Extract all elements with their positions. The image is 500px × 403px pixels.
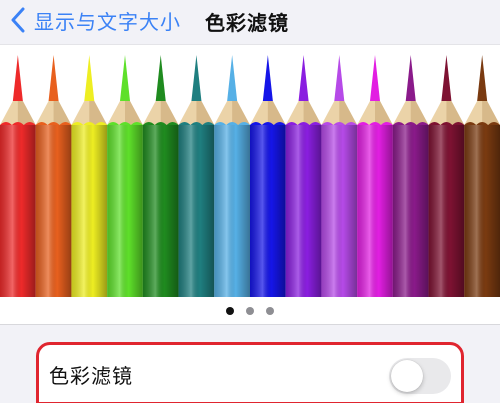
pencil <box>321 55 358 297</box>
pencil <box>428 55 465 297</box>
pencil <box>0 55 36 297</box>
page-indicator[interactable] <box>0 307 500 315</box>
filter-preview-carousel[interactable] <box>0 44 500 325</box>
color-filters-setting-row[interactable]: 色彩滤镜 <box>36 342 464 403</box>
pencil <box>35 55 72 297</box>
pencil <box>357 55 393 297</box>
pencil <box>250 55 286 297</box>
color-filters-toggle[interactable] <box>389 358 451 394</box>
pencil <box>392 55 429 297</box>
page-dot[interactable] <box>226 307 234 315</box>
navigation-bar: 显示与文字大小 色彩滤镜 <box>0 0 500 44</box>
chevron-left-icon <box>11 7 25 33</box>
back-button-label: 显示与文字大小 <box>34 9 181 34</box>
pencil <box>142 55 179 297</box>
page-dot[interactable] <box>266 307 274 315</box>
pencil <box>178 55 215 297</box>
pencil <box>285 55 322 297</box>
pencil <box>464 55 500 297</box>
pencil <box>71 55 108 297</box>
pencil <box>214 55 250 297</box>
page-dot[interactable] <box>246 307 254 315</box>
toggle-knob <box>391 360 423 392</box>
colored-pencils-image <box>0 55 500 297</box>
pencil <box>107 55 143 297</box>
back-button[interactable]: 显示与文字大小 <box>10 5 181 35</box>
color-filters-label: 色彩滤镜 <box>49 364 133 388</box>
page-title: 色彩滤镜 <box>205 11 289 35</box>
